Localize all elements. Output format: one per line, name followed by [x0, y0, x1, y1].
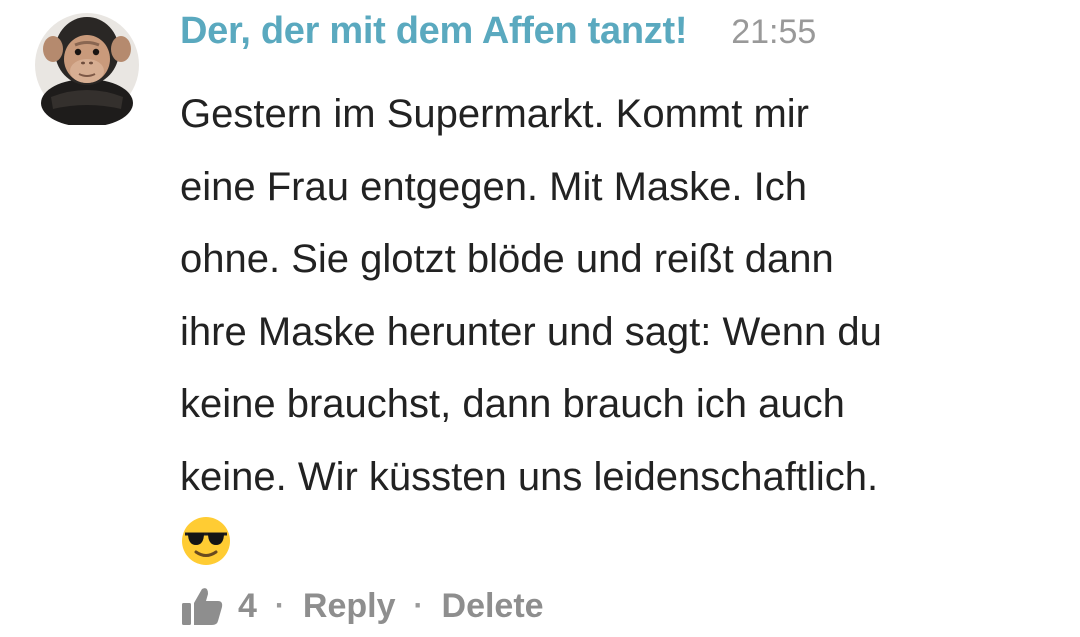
author-name[interactable]: Der, der mit dem Affen tanzt!	[180, 10, 687, 53]
separator-dot: ·	[413, 589, 424, 622]
comment-text: Gestern im Supermarkt. Kommt mir eine Fr…	[180, 78, 1040, 513]
comment-line: ihre Maske herunter und sagt: Wenn du	[180, 309, 882, 354]
sunglasses-smiley-icon	[182, 517, 230, 565]
comment-line: eine Frau entgegen. Mit Maske. Ich	[180, 164, 807, 209]
reply-button[interactable]: Reply	[303, 587, 396, 626]
timestamp: 21:55	[731, 13, 817, 51]
comment-line: Gestern im Supermarkt. Kommt mir	[180, 92, 810, 136]
comment-header: Der, der mit dem Affen tanzt! 21:55	[180, 10, 1040, 70]
thumbs-up-icon	[182, 588, 223, 625]
separator-dot: ·	[274, 589, 285, 622]
comment-line: keine. Wir küssten uns leidenschaftlich.	[180, 454, 879, 499]
comment-actions: 4 · Reply · Delete	[180, 585, 544, 627]
delete-button[interactable]: Delete	[442, 587, 544, 626]
like-button[interactable]: 4	[180, 585, 257, 627]
comment-body: Der, der mit dem Affen tanzt! 21:55 Gest…	[180, 10, 1040, 572]
avatar[interactable]	[33, 5, 141, 125]
comment-line: keine brauchst, dann brauch ich auch	[180, 382, 845, 426]
comment-line: ohne. Sie glotzt blöde und reißt dann	[180, 237, 834, 281]
like-count: 4	[238, 586, 257, 625]
